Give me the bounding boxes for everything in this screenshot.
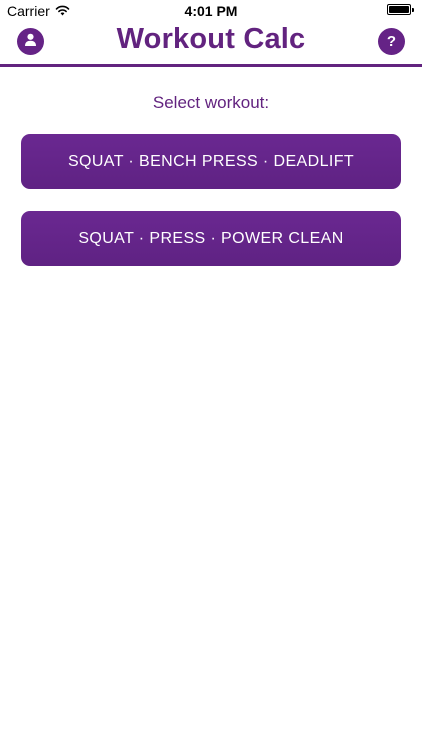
header-divider [0, 64, 422, 67]
battery-tip [412, 7, 414, 12]
battery-icon [387, 4, 411, 15]
workout-button-spc[interactable]: SQUAT · PRESS · POWER CLEAN [21, 211, 401, 266]
app-screen: Carrier 4:01 PM Workout Calc ? Select wo… [0, 0, 422, 750]
help-button[interactable]: ? [378, 28, 405, 55]
question-icon: ? [386, 33, 397, 50]
select-workout-prompt: Select workout: [152, 93, 270, 112]
battery-fill [389, 6, 409, 13]
status-right [387, 4, 414, 15]
workout-button-sbd[interactable]: SQUAT · BENCH PRESS · DEADLIFT [21, 134, 401, 189]
app-header: Workout Calc ? [0, 22, 422, 64]
status-time: 4:01 PM [184, 3, 238, 19]
status-bar: Carrier 4:01 PM [0, 0, 422, 22]
page-title: Workout Calc [116, 23, 306, 55]
